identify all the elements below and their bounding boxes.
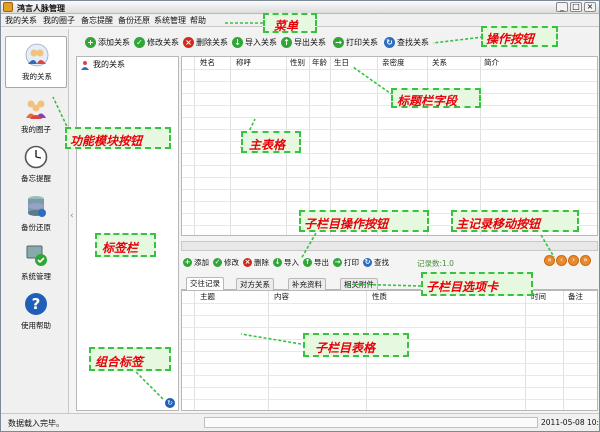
nav-callout-line <box>540 234 555 258</box>
app-window: 鸿言人脉管理 _ □ × 我的关系 我的圈子 备忘提醒 备份还原 系统管理 帮助… <box>0 0 600 432</box>
callout-menu: 菜单 <box>263 13 317 33</box>
callout-column-fields: 标题栏字段 <box>391 88 481 108</box>
callout-module-buttons: 功能模块按钮 <box>65 127 171 149</box>
callout-record-nav: 主记录移动按钮 <box>451 210 579 232</box>
callout-sub-table: 子栏目表格 <box>303 333 409 357</box>
sub-actions-callout-line <box>300 232 317 260</box>
callout-main-table: 主表格 <box>241 131 301 153</box>
sub-table-callout-line <box>240 333 302 345</box>
callout-group-labels: 组合标签 <box>89 347 171 371</box>
callout-action-buttons: 操作按钮 <box>481 26 558 47</box>
callout-label-bar: 标签栏 <box>95 233 156 257</box>
actions-callout-line <box>432 36 484 44</box>
sub-tabs-callout-line <box>345 283 422 287</box>
callout-sub-tabs: 子栏目选项卡 <box>421 272 533 296</box>
callout-sub-action-buttons: 子栏目操作按钮 <box>299 210 429 232</box>
